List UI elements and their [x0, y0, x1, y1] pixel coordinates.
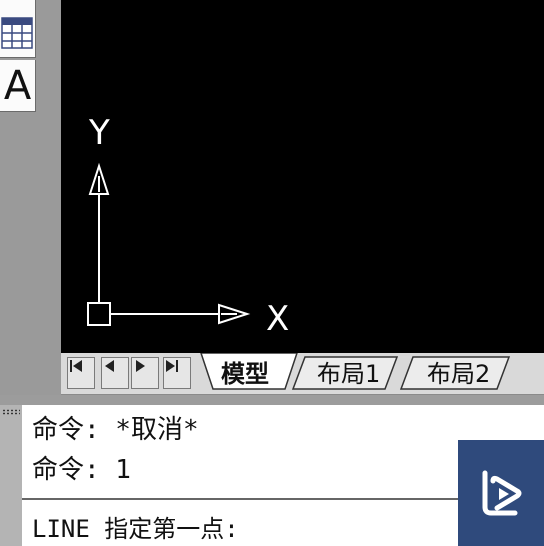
tab-layout2[interactable]: 布局2 — [427, 359, 490, 389]
command-window-grip[interactable] — [0, 405, 22, 546]
play-logo-icon — [482, 470, 522, 516]
tab-model[interactable]: 模型 — [221, 359, 269, 389]
command-history-line: 命令: *取消* — [32, 415, 199, 445]
text-tool-icon: A — [3, 62, 32, 109]
tool-palette: A — [0, 0, 61, 400]
video-logo-badge — [458, 440, 544, 546]
text-tool-button[interactable]: A — [0, 60, 36, 112]
command-separator — [22, 498, 462, 500]
drawing-canvas[interactable]: Y X — [61, 0, 544, 353]
window-divider[interactable] — [0, 395, 544, 405]
y-axis-label: Y — [88, 113, 110, 153]
table-icon — [1, 17, 33, 49]
grip-dots-icon — [2, 409, 20, 415]
table-tool-button[interactable] — [0, 0, 36, 58]
x-axis-label: X — [266, 299, 289, 339]
tab-layout1[interactable]: 布局1 — [317, 359, 380, 389]
command-history-line: 命令: 1 — [32, 455, 131, 485]
command-prompt[interactable]: LINE 指定第一点: — [32, 509, 239, 544]
layout-tab-bar: 模型 布局1 布局2 — [61, 353, 544, 395]
ucs-icon: Y X — [87, 113, 289, 339]
